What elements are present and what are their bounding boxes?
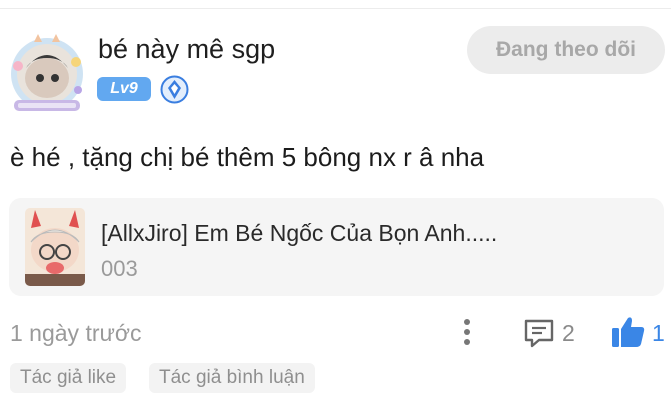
more-options-icon[interactable] <box>462 318 472 348</box>
thumbs-up-icon[interactable] <box>610 315 646 349</box>
user-avatar[interactable] <box>4 28 90 116</box>
username[interactable]: bé này mê sgp <box>98 34 275 65</box>
level-badge: Lv9 <box>97 77 151 101</box>
tag-author-like: Tác giả like <box>10 363 127 393</box>
story-title: [AllxJiro] Em Bé Ngốc Của Bọn Anh..... <box>101 220 498 246</box>
story-chapter: 003 <box>101 256 138 281</box>
avatar-frame-icon <box>11 34 83 111</box>
timestamp: 1 ngày trước <box>10 320 142 346</box>
tag-author-comment: Tác giả bình luận <box>149 363 315 393</box>
diamond-badge-icon <box>160 75 189 104</box>
following-button[interactable]: Đang theo dõi <box>467 26 665 74</box>
comment-count: 2 <box>562 320 575 346</box>
top-divider <box>0 8 671 9</box>
manga-cover-thumbnail <box>25 208 85 286</box>
like-count: 1 <box>652 320 665 346</box>
comment-icon[interactable] <box>523 317 555 349</box>
comment-text: è hé , tặng chị bé thêm 5 bông nx r â nh… <box>10 142 485 172</box>
story-card[interactable]: [AllxJiro] Em Bé Ngốc Của Bọn Anh..... 0… <box>9 198 664 296</box>
